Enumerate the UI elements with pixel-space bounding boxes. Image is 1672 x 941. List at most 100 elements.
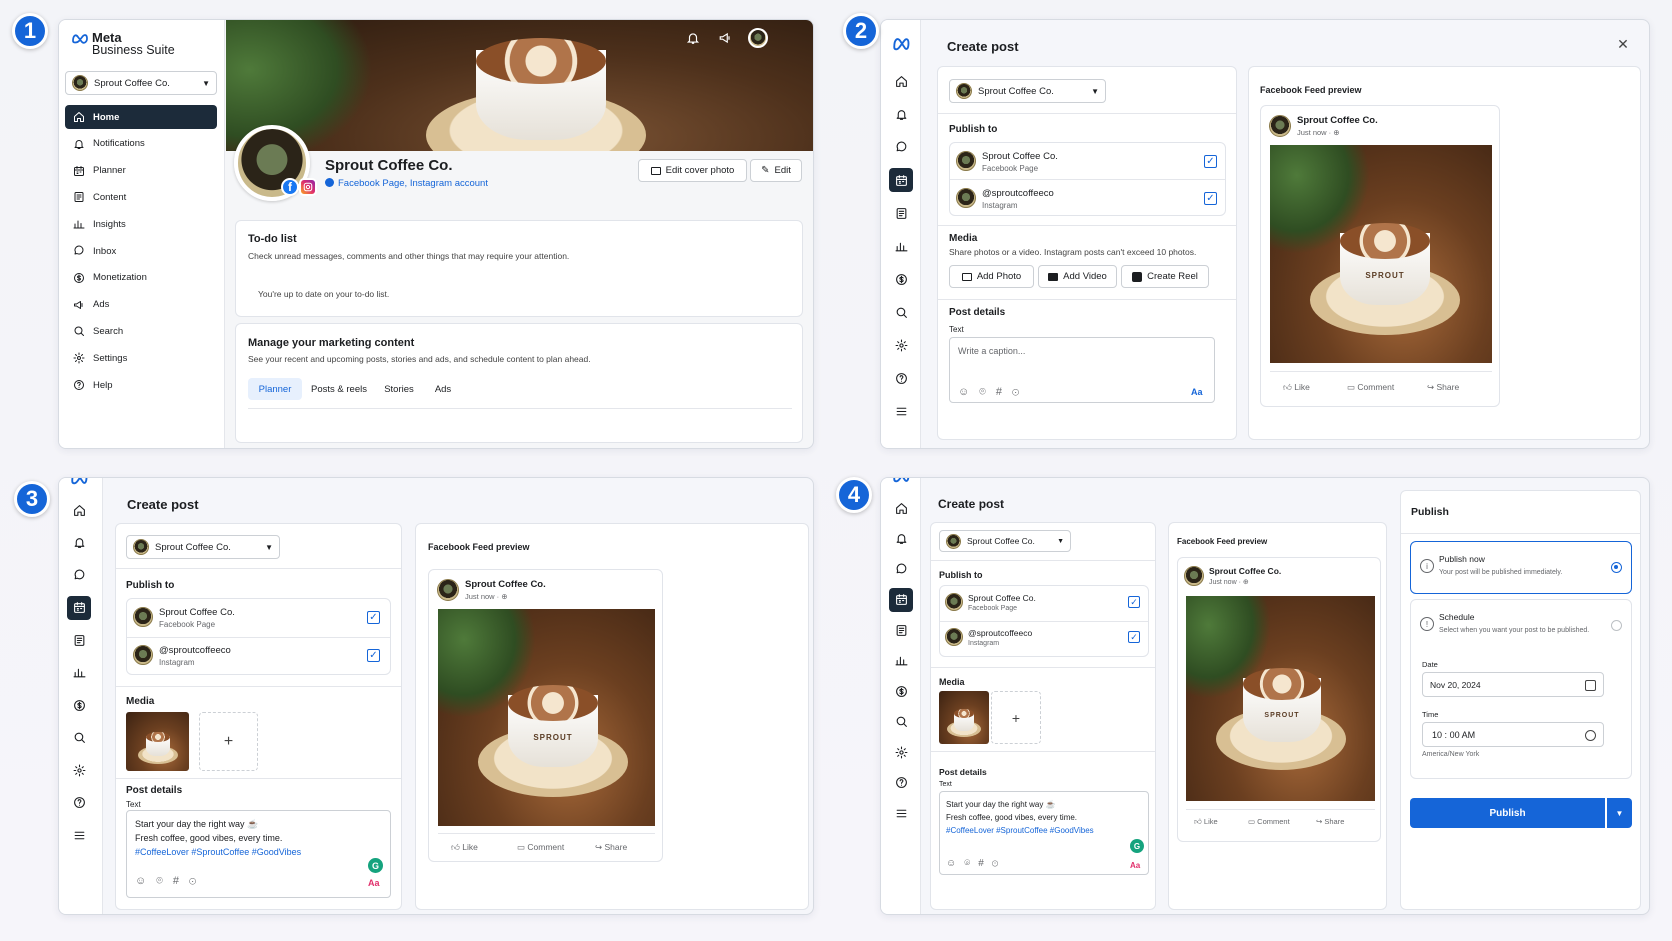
time-minute[interactable]: 00 xyxy=(1450,730,1460,740)
comment-action[interactable]: ▭ Comment xyxy=(1248,817,1290,826)
hashtag-icon[interactable]: # xyxy=(173,875,189,887)
rail-dollar-icon[interactable] xyxy=(889,267,913,291)
add-video-button[interactable]: Add Video xyxy=(1038,265,1117,288)
sidebar-item-notifications[interactable]: Notifications xyxy=(65,132,217,156)
share-action[interactable]: ↪ Share xyxy=(595,842,627,853)
account-selector[interactable]: Sprout Coffee Co. ▼ xyxy=(126,535,280,559)
sidebar-item-settings[interactable]: Settings xyxy=(65,346,217,370)
ig-account-checkbox[interactable]: ✓ xyxy=(1128,631,1140,643)
fb-account-checkbox[interactable]: ✓ xyxy=(1128,596,1140,608)
sidebar-item-ads[interactable]: Ads xyxy=(65,293,217,317)
rail-menu-icon[interactable] xyxy=(67,823,91,847)
rail-bell-icon[interactable] xyxy=(889,527,913,551)
sidebar-item-content[interactable]: Content xyxy=(65,185,217,209)
text-format-icon[interactable]: Aa xyxy=(1130,861,1140,870)
rail-bar-chart-icon[interactable] xyxy=(889,649,913,673)
publish-options-dropdown[interactable]: ▼ xyxy=(1607,798,1632,828)
rail-bell-icon[interactable] xyxy=(889,102,913,126)
media-thumbnail[interactable] xyxy=(939,691,989,744)
rail-help-icon[interactable] xyxy=(889,771,913,795)
instagram-account-link[interactable]: Instagram account xyxy=(410,178,488,189)
rail-calendar-icon[interactable] xyxy=(889,168,913,192)
publish-now-option[interactable]: i Publish now Your post will be publishe… xyxy=(1410,541,1632,594)
rail-gear-icon[interactable] xyxy=(889,740,913,764)
sticker-icon[interactable]: ⊙ xyxy=(1012,386,1029,398)
rail-home-icon[interactable] xyxy=(67,498,91,522)
rail-gear-icon[interactable] xyxy=(67,758,91,782)
rail-search-icon[interactable] xyxy=(67,726,91,750)
rail-calendar-icon[interactable] xyxy=(889,587,913,612)
rail-home-icon[interactable] xyxy=(889,69,913,93)
sidebar-item-insights[interactable]: Insights xyxy=(65,212,217,236)
comment-action[interactable]: ▭ Comment xyxy=(1347,382,1394,393)
rail-dollar-icon[interactable] xyxy=(889,679,913,703)
caption-input[interactable]: Start your day the right way ☕ Fresh cof… xyxy=(939,791,1149,875)
time-field[interactable]: 10 : 00 AM xyxy=(1422,722,1604,747)
location-icon[interactable]: ⌾ xyxy=(156,875,173,887)
rail-menu-icon[interactable] xyxy=(889,399,913,423)
account-selector[interactable]: Sprout Coffee Co. ▼ xyxy=(65,71,217,95)
sidebar-item-planner[interactable]: Planner xyxy=(65,159,217,183)
tab-posts-reels[interactable]: Posts & reels xyxy=(306,378,372,400)
tab-ads[interactable]: Ads xyxy=(426,378,460,400)
rail-home-icon[interactable] xyxy=(889,496,913,520)
emoji-icon[interactable]: ☺ xyxy=(946,858,964,869)
text-format-icon[interactable]: Aa xyxy=(1191,387,1203,397)
sidebar-item-home[interactable]: Home xyxy=(65,105,217,129)
sidebar-item-help[interactable]: Help xyxy=(65,373,217,397)
rail-bell-icon[interactable] xyxy=(67,531,91,555)
rail-help-icon[interactable] xyxy=(67,791,91,815)
like-action[interactable]: 👍︎ Like xyxy=(1194,817,1218,827)
schedule-radio[interactable] xyxy=(1611,620,1622,631)
ig-account-checkbox[interactable]: ✓ xyxy=(367,649,380,662)
facebook-page-link[interactable]: Facebook Page xyxy=(338,178,405,189)
account-selector[interactable]: Sprout Coffee Co. ▼ xyxy=(939,530,1071,552)
like-action[interactable]: 👍︎ Like xyxy=(451,842,478,853)
edit-button[interactable]: ✎ Edit xyxy=(750,159,802,182)
sidebar-item-monetization[interactable]: Monetization xyxy=(65,266,217,290)
sticker-icon[interactable]: ⊙ xyxy=(992,858,1007,869)
rail-calendar-icon[interactable] xyxy=(67,595,91,620)
edit-cover-photo-button[interactable]: Edit cover photo xyxy=(638,159,747,182)
location-icon[interactable]: ⌾ xyxy=(979,386,996,398)
emoji-icon[interactable]: ☺ xyxy=(958,386,979,398)
fb-account-checkbox[interactable]: ✓ xyxy=(367,611,380,624)
emoji-icon[interactable]: ☺ xyxy=(135,875,156,887)
rail-bar-chart-icon[interactable] xyxy=(67,661,91,685)
grammarly-icon[interactable]: G xyxy=(368,858,383,873)
bell-icon[interactable] xyxy=(684,29,702,47)
sidebar-item-search[interactable]: Search xyxy=(65,319,217,343)
rail-menu-icon[interactable] xyxy=(889,801,913,825)
close-icon[interactable]: ✕ xyxy=(1615,36,1631,52)
caption-input[interactable]: Start your day the right way ☕ Fresh cof… xyxy=(126,810,391,898)
rail-chat-icon[interactable] xyxy=(67,563,91,587)
schedule-option[interactable]: ! Schedule Select when you want your pos… xyxy=(1410,599,1632,779)
rail-bar-chart-icon[interactable] xyxy=(889,234,913,258)
tab-planner[interactable]: Planner xyxy=(248,378,302,400)
meta-logo-icon[interactable] xyxy=(889,32,913,56)
rail-content-icon[interactable] xyxy=(889,201,913,225)
date-field[interactable]: Nov 20, 2024 xyxy=(1422,672,1604,697)
time-ampm[interactable]: AM xyxy=(1462,730,1476,740)
share-action[interactable]: ↪ Share xyxy=(1316,817,1344,826)
rail-content-icon[interactable] xyxy=(67,628,91,652)
rail-search-icon[interactable] xyxy=(889,710,913,734)
profile-avatar[interactable] xyxy=(748,28,768,48)
rail-content-icon[interactable] xyxy=(889,618,913,642)
location-icon[interactable]: ⌾ xyxy=(964,858,978,869)
rail-chat-icon[interactable] xyxy=(889,135,913,159)
time-hour[interactable]: 10 xyxy=(1432,730,1442,740)
hashtag-icon[interactable]: # xyxy=(996,386,1012,398)
publish-now-radio[interactable] xyxy=(1611,562,1622,573)
rail-search-icon[interactable] xyxy=(889,300,913,324)
tab-stories[interactable]: Stories xyxy=(376,378,422,400)
calendar-icon[interactable] xyxy=(1585,680,1596,691)
sidebar-item-inbox[interactable]: Inbox xyxy=(65,239,217,263)
rail-help-icon[interactable] xyxy=(889,366,913,390)
rail-chat-icon[interactable] xyxy=(889,557,913,581)
megaphone-icon[interactable] xyxy=(716,29,734,47)
add-media-button[interactable]: + xyxy=(991,691,1041,744)
caption-input[interactable]: Write a caption... ☺⌾#⊙ Aa xyxy=(949,337,1215,403)
media-thumbnail[interactable] xyxy=(126,712,189,771)
like-action[interactable]: 👍︎ Like xyxy=(1283,382,1310,393)
